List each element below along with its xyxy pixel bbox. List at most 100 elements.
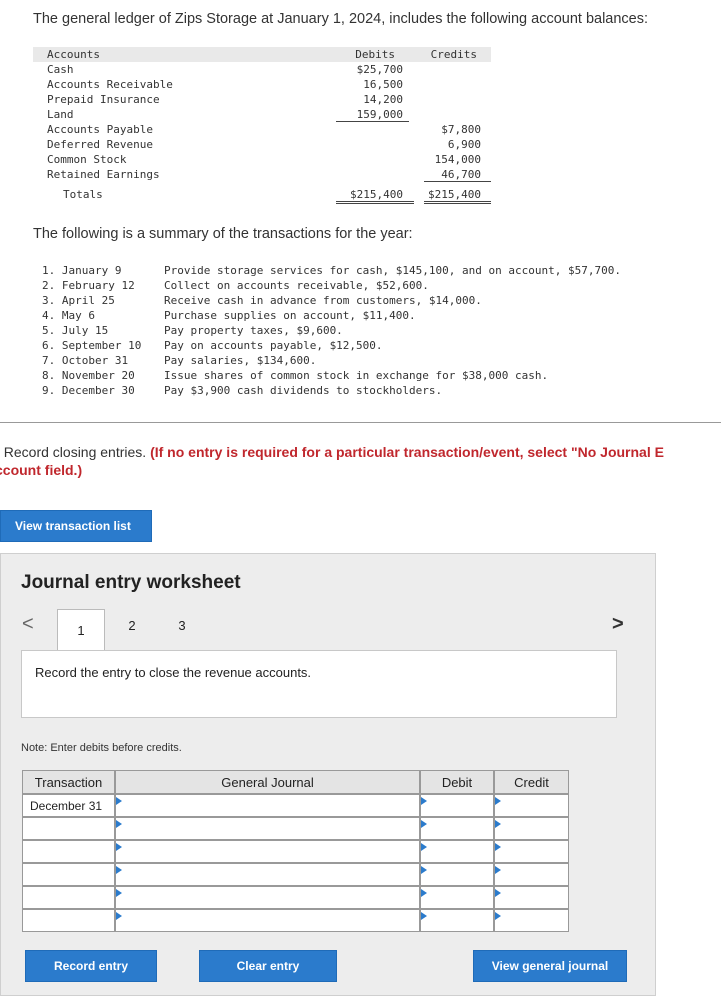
credit-input[interactable] bbox=[494, 840, 569, 863]
transaction-date: 5. July 15 bbox=[42, 324, 109, 337]
dropdown-arrow-icon bbox=[116, 797, 122, 805]
ledger-row: Common Stock 154,000 bbox=[33, 152, 491, 167]
transaction-description: Purchase supplies on account, $11,400. bbox=[164, 309, 416, 322]
debit-input[interactable] bbox=[420, 863, 494, 886]
ledger-account: Common Stock bbox=[47, 153, 127, 166]
ledger-account: Cash bbox=[47, 63, 74, 76]
ledger-credit: 46,700 bbox=[441, 168, 481, 181]
ledger-table: Accounts Debits Credits Cash $25,700 Acc… bbox=[33, 47, 491, 204]
ledger-header-accounts: Accounts bbox=[47, 48, 100, 61]
ledger-account: Retained Earnings bbox=[47, 168, 160, 181]
credit-input[interactable] bbox=[494, 794, 569, 817]
ledger-debit: $25,700 bbox=[356, 63, 403, 76]
section-divider bbox=[0, 422, 721, 423]
next-chevron-icon[interactable]: > bbox=[612, 613, 624, 636]
transaction-description: Pay on accounts payable, $12,500. bbox=[164, 339, 383, 352]
ledger-credit: $7,800 bbox=[441, 123, 481, 136]
transaction-date-cell bbox=[22, 886, 115, 909]
dropdown-arrow-icon bbox=[116, 912, 122, 920]
ledger-totals-debit: $215,400 bbox=[350, 188, 403, 201]
view-transaction-list-button[interactable]: View transaction list bbox=[0, 510, 152, 542]
transaction-date-cell bbox=[22, 840, 115, 863]
transaction-description: Issue shares of common stock in exchange… bbox=[164, 369, 549, 382]
transaction-description: Collect on accounts receivable, $52,600. bbox=[164, 279, 429, 292]
dropdown-arrow-icon bbox=[421, 889, 427, 897]
account-select[interactable] bbox=[115, 840, 420, 863]
credit-input[interactable] bbox=[494, 886, 569, 909]
dropdown-arrow-icon bbox=[495, 889, 501, 897]
dropdown-arrow-icon bbox=[116, 889, 122, 897]
transaction-date-cell: December 31 bbox=[22, 794, 115, 817]
account-select[interactable] bbox=[115, 817, 420, 840]
column-header-debit: Debit bbox=[420, 770, 494, 794]
ledger-row: Deferred Revenue 6,900 bbox=[33, 137, 491, 152]
account-select[interactable] bbox=[115, 909, 420, 932]
transaction-date: 8. November 20 bbox=[42, 369, 135, 382]
view-general-journal-button[interactable]: View general journal bbox=[473, 950, 627, 982]
tab-3[interactable]: 3 bbox=[158, 609, 206, 642]
transaction-date: 4. May 6 bbox=[42, 309, 95, 322]
transaction-description: Provide storage services for cash, $145,… bbox=[164, 264, 621, 277]
ledger-account: Deferred Revenue bbox=[47, 138, 153, 151]
ledger-row: Prepaid Insurance 14,200 bbox=[33, 92, 491, 107]
tab-1[interactable]: 1 bbox=[57, 609, 105, 651]
ledger-row: Land 159,000 bbox=[33, 107, 491, 122]
transaction-description: Pay $3,900 cash dividends to stockholder… bbox=[164, 384, 443, 397]
transaction-description: Pay salaries, $134,600. bbox=[164, 354, 317, 367]
ledger-account: Prepaid Insurance bbox=[47, 93, 160, 106]
ledger-account: Accounts Receivable bbox=[47, 78, 173, 91]
transaction-description: Receive cash in advance from customers, … bbox=[164, 294, 482, 307]
debit-input[interactable] bbox=[420, 909, 494, 932]
ledger-account: Land bbox=[47, 108, 74, 121]
credit-input[interactable] bbox=[494, 817, 569, 840]
transaction-date: 6. September 10 bbox=[42, 339, 142, 352]
column-header-credit: Credit bbox=[494, 770, 569, 794]
debit-input[interactable] bbox=[420, 886, 494, 909]
transaction-date: 7. October 31 bbox=[42, 354, 129, 367]
debit-input[interactable] bbox=[420, 840, 494, 863]
debit-input[interactable] bbox=[420, 817, 494, 840]
dropdown-arrow-icon bbox=[495, 820, 501, 828]
ledger-debit: 14,200 bbox=[363, 93, 403, 106]
dropdown-arrow-icon bbox=[421, 797, 427, 805]
account-select[interactable] bbox=[115, 794, 420, 817]
ledger-header-debits: Debits bbox=[355, 48, 395, 61]
ledger-totals-row: Totals $215,400 $215,400 bbox=[33, 186, 491, 204]
account-select[interactable] bbox=[115, 886, 420, 909]
ledger-row: Accounts Receivable 16,500 bbox=[33, 77, 491, 92]
instruction-red: (If no entry is required for a particula… bbox=[150, 444, 664, 460]
clear-entry-button[interactable]: Clear entry bbox=[199, 950, 337, 982]
column-header-general-journal: General Journal bbox=[115, 770, 420, 794]
instruction-text: . Record closing entries. (If no entry i… bbox=[0, 443, 664, 479]
credit-input[interactable] bbox=[494, 863, 569, 886]
ledger-credit: 154,000 bbox=[434, 153, 481, 166]
dropdown-arrow-icon bbox=[421, 866, 427, 874]
instruction-red-continued: ccount field.) bbox=[0, 462, 83, 478]
debit-input[interactable] bbox=[420, 794, 494, 817]
account-select[interactable] bbox=[115, 863, 420, 886]
transaction-date-cell bbox=[22, 863, 115, 886]
ledger-row: Accounts Payable $7,800 bbox=[33, 122, 491, 137]
dropdown-arrow-icon bbox=[116, 843, 122, 851]
summary-heading: The following is a summary of the transa… bbox=[33, 226, 413, 242]
ledger-debit: 16,500 bbox=[363, 78, 403, 91]
dropdown-arrow-icon bbox=[116, 866, 122, 874]
transaction-description: Pay property taxes, $9,600. bbox=[164, 324, 343, 337]
dropdown-arrow-icon bbox=[495, 912, 501, 920]
entry-prompt: Record the entry to close the revenue ac… bbox=[35, 665, 312, 680]
credit-input[interactable] bbox=[494, 909, 569, 932]
dropdown-arrow-icon bbox=[495, 843, 501, 851]
prev-chevron-icon[interactable]: < bbox=[22, 613, 34, 636]
instruction-plain: . Record closing entries. bbox=[0, 444, 151, 460]
transaction-date: 2. February 12 bbox=[42, 279, 135, 292]
record-entry-button[interactable]: Record entry bbox=[25, 950, 157, 982]
dropdown-arrow-icon bbox=[495, 797, 501, 805]
ledger-row: Retained Earnings 46,700 bbox=[33, 167, 491, 182]
dropdown-arrow-icon bbox=[421, 820, 427, 828]
tab-2[interactable]: 2 bbox=[108, 609, 156, 642]
ledger-account: Accounts Payable bbox=[47, 123, 153, 136]
entry-note: Note: Enter debits before credits. bbox=[21, 742, 182, 754]
transaction-date-cell bbox=[22, 909, 115, 932]
ledger-totals-credit: $215,400 bbox=[428, 188, 481, 201]
transaction-date: 9. December 30 bbox=[42, 384, 135, 397]
